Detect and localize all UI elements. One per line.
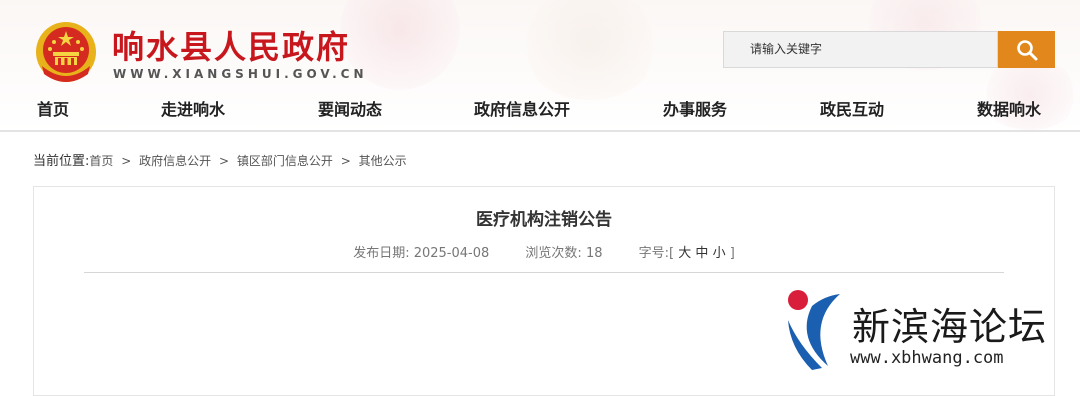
article-meta: 发布日期: 2025-04-08 浏览次数: 18 字号:[ 大 中 小 ] bbox=[34, 242, 1054, 261]
font-size-medium-link[interactable]: 中 bbox=[695, 246, 708, 261]
nav-item-home[interactable]: 首页 bbox=[37, 90, 69, 130]
breadcrumb-separator: > bbox=[121, 154, 132, 168]
nav-item-news[interactable]: 要闻动态 bbox=[318, 90, 382, 130]
main-nav: 首页 走进响水 要闻动态 政府信息公开 办事服务 政民互动 数据响水 bbox=[0, 90, 1080, 130]
nav-item-interaction[interactable]: 政民互动 bbox=[820, 90, 884, 130]
breadcrumb-separator: > bbox=[340, 154, 351, 168]
watermark: 新滨海论坛 www.xbhwang.com bbox=[780, 286, 1080, 386]
font-size-bracket-open: [ bbox=[669, 246, 675, 261]
breadcrumb-item-home[interactable]: 首页 bbox=[89, 154, 113, 168]
flower-decoration bbox=[520, 0, 660, 100]
nav-item-services[interactable]: 办事服务 bbox=[663, 90, 727, 130]
font-size-bracket-close: ] bbox=[729, 246, 735, 261]
watermark-url: www.xbhwang.com bbox=[850, 348, 1004, 368]
watermark-text: 新滨海论坛 bbox=[852, 305, 1048, 349]
font-size-label: 字号: bbox=[638, 246, 670, 261]
font-size-small-link[interactable]: 小 bbox=[713, 246, 726, 261]
national-emblem-icon bbox=[36, 22, 96, 82]
breadcrumb-lead: 当前位置: bbox=[33, 154, 90, 169]
publish-date: 2025-04-08 bbox=[413, 246, 490, 261]
search-input[interactable]: 请输入关键字 bbox=[723, 31, 998, 68]
view-count: 18 bbox=[585, 246, 603, 261]
watermark-logo-icon bbox=[788, 290, 840, 370]
search-button[interactable] bbox=[998, 31, 1055, 68]
date-label: 发布日期: bbox=[353, 246, 410, 261]
nav-item-about[interactable]: 走进响水 bbox=[161, 90, 225, 130]
nav-divider bbox=[0, 130, 1080, 132]
breadcrumb: 当前位置:首页 > 政府信息公开 > 镇区部门信息公开 > 其他公示 bbox=[33, 150, 407, 169]
views-label: 浏览次数: bbox=[525, 246, 582, 261]
nav-item-gov-info[interactable]: 政府信息公开 bbox=[474, 90, 570, 130]
site-title[interactable]: 响水县人民政府 bbox=[112, 22, 350, 68]
nav-item-data[interactable]: 数据响水 bbox=[977, 90, 1041, 130]
font-size-large-link[interactable]: 大 bbox=[678, 246, 691, 261]
search-icon bbox=[1016, 39, 1037, 60]
breadcrumb-separator: > bbox=[218, 154, 230, 168]
article-divider bbox=[84, 272, 1004, 273]
site-url: WWW.XIANGSHUI.GOV.CN bbox=[113, 67, 368, 81]
breadcrumb-item-other[interactable]: 其他公示 bbox=[359, 154, 407, 168]
site-header: 响水县人民政府 WWW.XIANGSHUI.GOV.CN 请输入关键字 首页 走… bbox=[0, 0, 1080, 132]
article-title: 医疗机构注销公告 bbox=[476, 210, 612, 230]
breadcrumb-item-gov-info[interactable]: 政府信息公开 bbox=[139, 154, 211, 168]
breadcrumb-item-dept-info[interactable]: 镇区部门信息公开 bbox=[237, 154, 333, 168]
